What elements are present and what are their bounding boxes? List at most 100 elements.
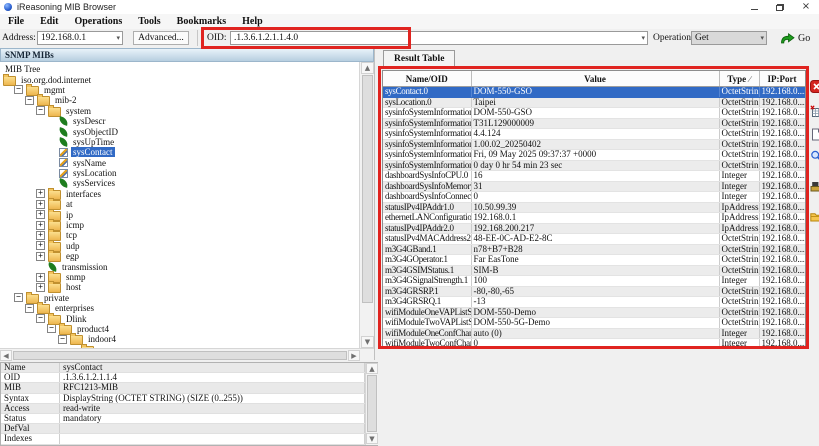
result-row[interactable]: statusIPv4IPAddr1.010.50.99.39IpAddress1… [383, 202, 805, 213]
go-button[interactable]: Go [780, 31, 810, 46]
collapse-icon[interactable]: − [25, 304, 34, 313]
result-row[interactable]: sysContact.0DOM-550-GSOOctetString192.16… [383, 87, 805, 98]
tree-node-sysobjectid[interactable]: sysObjectID [0, 126, 359, 136]
expand-icon[interactable]: + [36, 189, 45, 198]
result-row[interactable]: dashboardSysInfoConnecti...0Integer192.1… [383, 192, 805, 203]
result-row[interactable]: m3G4GBand.1n78+B7+B28OctetString192.168.… [383, 244, 805, 255]
result-row[interactable]: sysinfoSystemInformation...DOM-550-GSOOc… [383, 108, 805, 119]
scroll-down-icon[interactable]: ▼ [366, 433, 378, 444]
tree-node-dlink[interactable]: −Dlink [0, 313, 359, 323]
export-table-icon[interactable] [810, 105, 819, 118]
expand-icon[interactable]: + [36, 221, 45, 230]
collapse-icon[interactable]: − [25, 96, 34, 105]
result-row[interactable]: m3G4GSignalStrength.1100Integer192.168.0… [383, 276, 805, 287]
tree-node-indoor4[interactable]: −indoor4 [0, 334, 359, 344]
tree-horizontal-scrollbar[interactable]: ◀ ▶ [0, 348, 374, 360]
expand-icon[interactable]: + [36, 283, 45, 292]
result-row[interactable]: m3G4GRSRP.1-80,-80,-65OctetString192.168… [383, 286, 805, 297]
collapse-icon[interactable]: − [36, 106, 45, 115]
tree-node-mib tree[interactable]: MIB Tree [0, 64, 359, 74]
result-row[interactable]: m3G4GOperator.1Far EasToneOctetString192… [383, 255, 805, 266]
scroll-right-icon[interactable]: ▶ [348, 350, 360, 361]
tree-node-syscontact[interactable]: sysContact [0, 147, 359, 157]
result-row[interactable]: wifiModuleTwoConfChan...0Integer192.168.… [383, 339, 805, 348]
maximize-button[interactable] [767, 0, 793, 14]
expand-icon[interactable]: + [36, 200, 45, 209]
result-row[interactable]: statusIPv4IPAddr2.0192.168.200.217IpAddr… [383, 223, 805, 234]
result-row[interactable]: m3G4GRSRQ.1-13OctetString192.168.0.... [383, 297, 805, 308]
delete-result-icon[interactable] [810, 80, 819, 93]
scroll-down-icon[interactable]: ▼ [361, 336, 374, 348]
oid-combo[interactable]: .1.3.6.1.2.1.1.4.0 ▾ [230, 31, 648, 45]
result-row[interactable]: sysinfoSystemInformation...0 day 0 hr 54… [383, 160, 805, 171]
tab-result-table[interactable]: Result Table [383, 50, 455, 67]
chevron-down-icon[interactable]: ▾ [760, 32, 766, 44]
result-row[interactable]: dashboardSysInfoCPU.016Integer192.168.0.… [383, 171, 805, 182]
tree-node-product4[interactable]: −product4 [0, 324, 359, 334]
tree-node-syslocation[interactable]: sysLocation [0, 168, 359, 178]
advanced-button[interactable]: Advanced... [133, 31, 189, 45]
tree-node-iso.org.dod.internet[interactable]: iso.org.dod.internet [0, 74, 359, 84]
expand-icon[interactable]: + [36, 273, 45, 282]
tree-node-mgmt[interactable]: −mgmt [0, 85, 359, 95]
expand-icon[interactable]: + [36, 252, 45, 261]
menu-operations[interactable]: Operations [66, 15, 130, 29]
column-header-type[interactable]: Type∕ [719, 71, 759, 87]
open-folder-icon[interactable] [810, 210, 819, 223]
result-row[interactable]: statusIPv4MACAddress2.048-EE-0C-AD-E2-8C… [383, 234, 805, 245]
tree-vertical-scrollbar[interactable]: ▲ ▼ [359, 62, 374, 348]
search-icon[interactable] [810, 150, 819, 163]
tree-node-sysuptime[interactable]: sysUpTime [0, 137, 359, 147]
collapse-icon[interactable]: − [36, 314, 45, 323]
result-row[interactable]: sysinfoSystemInformation...T31L129000009… [383, 118, 805, 129]
expand-icon[interactable]: + [36, 231, 45, 240]
minimize-button[interactable] [741, 0, 767, 14]
tree-node-private[interactable]: −private [0, 293, 359, 303]
collapse-icon[interactable]: − [14, 85, 23, 94]
collapse-icon[interactable]: − [47, 324, 56, 333]
scrollbar-thumb[interactable] [367, 375, 377, 432]
tree-node-host[interactable]: +host [0, 282, 359, 292]
scrollbar-thumb[interactable] [13, 351, 347, 360]
menu-file[interactable]: File [0, 15, 32, 29]
result-row[interactable]: wifiModuleOneConfChann...auto (0)Integer… [383, 328, 805, 339]
address-combo[interactable]: 192.168.0.1 ▾ [37, 31, 123, 45]
result-row[interactable]: sysinfoSystemInformationS...Fri, 09 May … [383, 150, 805, 161]
result-row[interactable]: dashboardSysInfoMemory.031Integer192.168… [383, 181, 805, 192]
minimize-icon [751, 9, 758, 10]
expand-icon[interactable]: + [36, 210, 45, 219]
result-row[interactable]: sysinfoSystemInformation...4.4.124OctetS… [383, 129, 805, 140]
chevron-down-icon[interactable]: ▾ [116, 32, 122, 44]
detail-vertical-scrollbar[interactable]: ▲ ▼ [365, 363, 378, 445]
scroll-up-icon[interactable]: ▲ [366, 363, 378, 374]
scrollbar-thumb[interactable] [362, 75, 373, 303]
menu-bookmarks[interactable]: Bookmarks [169, 15, 234, 29]
column-header-ip-port[interactable]: IP:Port [759, 71, 805, 87]
cell-value: DOM-550-5G-Demo [471, 318, 719, 329]
menu-help[interactable]: Help [234, 15, 271, 29]
result-row[interactable]: wifiModuleTwoVAPListSS...DOM-550-5G-Demo… [383, 318, 805, 329]
tree-node-sysname[interactable]: sysName [0, 158, 359, 168]
scroll-up-icon[interactable]: ▲ [361, 62, 374, 74]
scroll-left-icon[interactable]: ◀ [0, 350, 12, 361]
tree-node-egp[interactable]: +egp [0, 251, 359, 261]
collapse-icon[interactable]: − [58, 335, 67, 344]
tree-node-system[interactable]: −system [0, 106, 359, 116]
result-row[interactable]: ethernetLANConfiguration...192.168.0.1Ip… [383, 213, 805, 224]
result-row[interactable]: sysinfoSystemInformationF...1.00.02_2025… [383, 139, 805, 150]
tree-node-sysdescr[interactable]: sysDescr [0, 116, 359, 126]
chevron-down-icon[interactable]: ▾ [641, 32, 647, 44]
new-document-icon[interactable] [810, 128, 819, 141]
menu-tools[interactable]: Tools [130, 15, 168, 29]
result-row[interactable]: wifiModuleOneVAPListSSI...DOM-550-DemoOc… [383, 307, 805, 318]
operations-combo[interactable]: Get ▾ [691, 31, 767, 45]
result-row[interactable]: sysLocation.0TaipeiOctetString192.168.0.… [383, 97, 805, 108]
walk-icon[interactable] [810, 180, 819, 193]
expand-icon[interactable]: + [36, 241, 45, 250]
collapse-icon[interactable]: − [14, 293, 23, 302]
result-row[interactable]: m3G4GSIMStatus.1SIM-BOctetString192.168.… [383, 265, 805, 276]
column-header-name-oid[interactable]: Name/OID [383, 71, 471, 87]
column-header-value[interactable]: Value [471, 71, 719, 87]
menu-edit[interactable]: Edit [32, 15, 66, 29]
close-button[interactable]: × [793, 0, 819, 14]
